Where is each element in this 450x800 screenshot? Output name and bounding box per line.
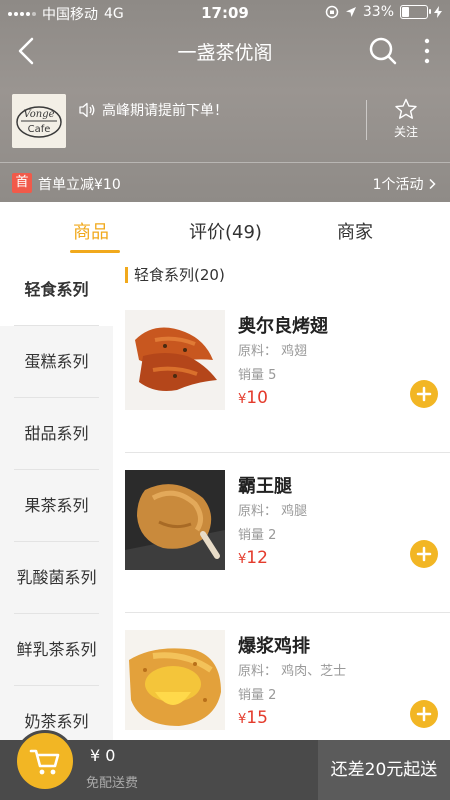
follow-label: 关注 [393, 125, 418, 139]
category-item[interactable]: 乳酸菌系列 [0, 542, 113, 614]
tab-merchant[interactable]: 商家 [337, 218, 373, 244]
category-label: 轻食系列 [24, 280, 89, 299]
category-item[interactable]: 甜品系列 [0, 398, 113, 470]
product-list: 轻食系列(20) 奥尔良烤翅 原料： 鸡翅 销量 5 ¥10 霸王腿 原料： 鸡… [113, 254, 450, 740]
svg-text:Vonge: Vonge [23, 109, 54, 120]
category-label: 果茶系列 [24, 496, 89, 515]
promo-text: 首单立减¥10 [38, 177, 121, 193]
category-label: 鲜乳茶系列 [16, 640, 97, 659]
shop-info: Vonge Cafe 高峰期请提前下单！ 关注 [12, 94, 438, 150]
product-item[interactable]: 奥尔良烤翅 原料： 鸡翅 销量 5 ¥10 [113, 310, 450, 470]
charging-icon [434, 6, 442, 18]
shop-notice: 高峰期请提前下单！ [78, 100, 228, 120]
orientation-lock-icon [325, 5, 339, 19]
shop-header: 中国移动 4G 17:09 33% 一盏茶优阁 Vonge Cafe 高峰期请提… [0, 0, 450, 202]
product-price: ¥12 [238, 548, 268, 568]
activity-link[interactable]: 1个活动 [373, 174, 436, 194]
category-item[interactable]: 鲜乳茶系列 [0, 614, 113, 686]
search-icon[interactable] [368, 36, 398, 66]
location-icon [345, 7, 356, 17]
plus-icon [416, 706, 432, 722]
category-item[interactable]: 轻食系列 [0, 254, 113, 326]
plus-icon [416, 386, 432, 402]
star-icon [395, 98, 417, 119]
product-ingredients: 原料： 鸡腿 [238, 504, 308, 519]
product-image [125, 470, 225, 570]
tab-products[interactable]: 商品 [73, 218, 109, 244]
add-to-cart-button[interactable] [410, 380, 438, 408]
product-sales: 销量 5 [238, 368, 277, 383]
divider [366, 100, 367, 140]
product-image [125, 630, 225, 730]
speaker-icon [79, 102, 95, 118]
add-to-cart-button[interactable] [410, 700, 438, 728]
product-image [125, 310, 225, 410]
product-name: 奥尔良烤翅 [238, 316, 328, 337]
price-value: 10 [246, 388, 268, 408]
tab-underline [70, 250, 120, 253]
battery-percent: 33% [362, 4, 394, 20]
shop-logo: Vonge Cafe [12, 94, 66, 148]
section-header: 轻食系列(20) [125, 264, 225, 285]
product-name: 霸王腿 [238, 476, 292, 497]
product-item[interactable]: 爆浆鸡排 原料： 鸡肉、芝士 销量 2 ¥15 [113, 630, 450, 740]
product-name: 爆浆鸡排 [238, 636, 310, 657]
category-sidebar: 轻食系列 蛋糕系列 甜品系列 果茶系列 乳酸菌系列 鲜乳茶系列 奶茶系列 [0, 254, 113, 740]
checkout-button[interactable]: 还差20元起送 [318, 740, 450, 800]
tab-reviews[interactable]: 评价(49) [189, 218, 262, 244]
product-price: ¥10 [238, 388, 268, 408]
follow-button[interactable]: 关注 [384, 98, 428, 140]
add-to-cart-button[interactable] [410, 540, 438, 568]
promo-bar[interactable]: 首 首单立减¥10 1个活动 [0, 162, 450, 203]
divider [125, 452, 450, 453]
section-marker [125, 266, 128, 283]
price-value: 12 [246, 548, 268, 568]
svg-text:Cafe: Cafe [28, 124, 51, 135]
product-sales: 销量 2 [238, 688, 277, 703]
cart-total: ¥ 0 [90, 746, 116, 765]
price-value: 15 [246, 708, 268, 728]
more-icon[interactable] [420, 36, 434, 66]
category-label: 乳酸菌系列 [16, 568, 97, 587]
product-ingredients: 原料： 鸡肉、芝士 [238, 664, 347, 679]
cart-button[interactable] [14, 730, 76, 792]
cart-bar: ¥ 0 免配送费 还差20元起送 [0, 730, 450, 800]
category-item[interactable]: 果茶系列 [0, 470, 113, 542]
activity-count: 1个活动 [372, 177, 424, 193]
category-label: 奶茶系列 [24, 712, 89, 731]
plus-icon [416, 546, 432, 562]
product-price: ¥15 [238, 708, 268, 728]
status-bar: 中国移动 4G 17:09 33% [0, 0, 450, 26]
promo-badge: 首 [12, 173, 32, 193]
cart-icon [29, 749, 60, 775]
product-ingredients: 原料： 鸡翅 [238, 344, 308, 359]
category-label: 蛋糕系列 [24, 352, 89, 371]
product-sales: 销量 2 [238, 528, 277, 543]
battery-icon [400, 5, 431, 19]
product-item[interactable]: 霸王腿 原料： 鸡腿 销量 2 ¥12 [113, 470, 450, 630]
category-item[interactable]: 蛋糕系列 [0, 326, 113, 398]
tab-bar: 商品 评价(49) 商家 [0, 202, 450, 254]
chevron-right-icon [429, 178, 436, 190]
divider [125, 612, 450, 613]
notice-text: 高峰期请提前下单！ [102, 103, 228, 119]
delivery-fee: 免配送费 [86, 776, 139, 791]
category-label: 甜品系列 [24, 424, 89, 443]
section-title: 轻食系列(20) [134, 266, 225, 284]
nav-bar: 一盏茶优阁 [0, 26, 450, 76]
